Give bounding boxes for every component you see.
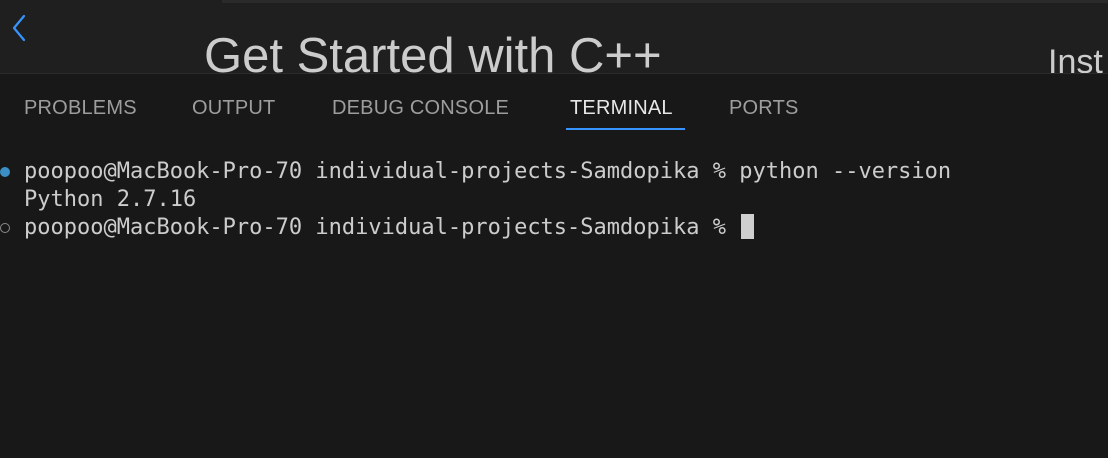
terminal-line: Python 2.7.16	[24, 187, 197, 212]
tab-debug-console[interactable]: DEBUG CONSOLE	[332, 96, 509, 120]
command-pending-icon[interactable]	[0, 223, 10, 233]
editor-tab-strip	[222, 0, 1108, 3]
tab-ports[interactable]: PORTS	[729, 96, 799, 120]
panel-tabs: PROBLEMS OUTPUT DEBUG CONSOLE TERMINAL P…	[0, 74, 1108, 134]
editor-area: Get Started with C++ Inst	[0, 0, 1108, 73]
command-success-icon[interactable]	[0, 167, 10, 177]
terminal-prompt: poopoo@MacBook-Pro-70 individual-project…	[24, 215, 740, 240]
tab-output[interactable]: OUTPUT	[192, 96, 275, 120]
active-tab-indicator	[566, 128, 685, 130]
side-heading: Inst	[1048, 43, 1103, 73]
tab-terminal[interactable]: TERMINAL	[570, 96, 673, 120]
tab-problems[interactable]: PROBLEMS	[24, 96, 137, 120]
chevron-left-icon[interactable]	[8, 12, 30, 44]
terminal-cursor	[741, 214, 755, 239]
terminal-prompt-line: poopoo@MacBook-Pro-70 individual-project…	[24, 214, 755, 242]
terminal-line: poopoo@MacBook-Pro-70 individual-project…	[24, 159, 952, 184]
page-title: Get Started with C++	[204, 29, 662, 73]
terminal[interactable]: poopoo@MacBook-Pro-70 individual-project…	[0, 134, 1108, 458]
